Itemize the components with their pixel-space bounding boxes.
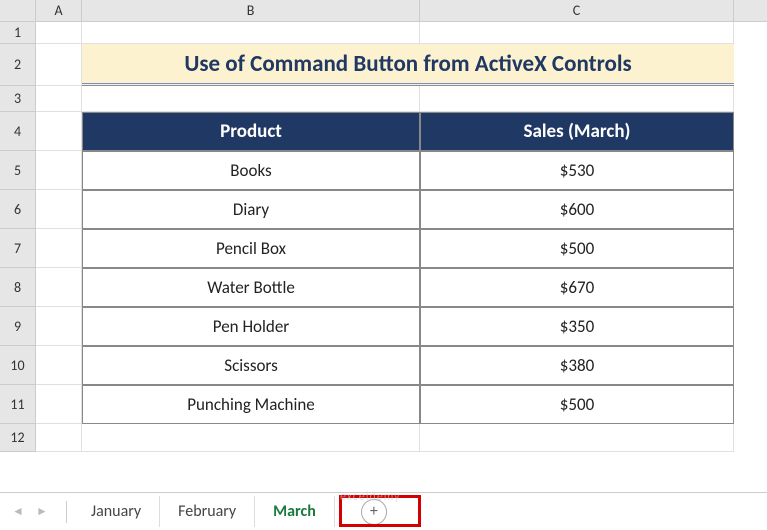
- cell-A2[interactable]: [36, 44, 82, 86]
- row-6: 6 Diary $600: [0, 190, 767, 229]
- cell-A1[interactable]: [36, 22, 82, 44]
- header-product[interactable]: Product: [82, 112, 420, 151]
- tab-separator: [66, 501, 67, 523]
- cell-C1[interactable]: [420, 22, 734, 44]
- row-11: 11 Punching Machine $500: [0, 385, 767, 424]
- row-7: 7 Pencil Box $500: [0, 229, 767, 268]
- cell-product-1[interactable]: Diary: [82, 190, 420, 229]
- cell-A6[interactable]: [36, 190, 82, 229]
- row-header-5[interactable]: 5: [0, 151, 36, 190]
- spreadsheet-grid: A B C 1 2 Use of Command Button from Act…: [0, 0, 767, 492]
- sheet-tab-bar: ◄ ► January February March +: [0, 492, 767, 530]
- row-4: 4 Product Sales (March): [0, 112, 767, 151]
- nav-next-icon[interactable]: ►: [32, 502, 52, 522]
- select-all-corner[interactable]: [0, 0, 36, 21]
- row-header-7[interactable]: 7: [0, 229, 36, 268]
- row-header-1[interactable]: 1: [0, 22, 36, 44]
- cell-product-6[interactable]: Punching Machine: [82, 385, 420, 424]
- cell-product-5[interactable]: Scissors: [82, 346, 420, 385]
- row-5: 5 Books $530: [0, 151, 767, 190]
- cell-B12[interactable]: [82, 424, 420, 452]
- row-9: 9 Pen Holder $350: [0, 307, 767, 346]
- column-headers: A B C: [0, 0, 767, 22]
- cell-B3[interactable]: [82, 86, 420, 112]
- tab-january[interactable]: January: [73, 496, 160, 527]
- row-header-8[interactable]: 8: [0, 268, 36, 307]
- row-12: 12: [0, 424, 767, 452]
- nav-prev-icon[interactable]: ◄: [8, 502, 28, 522]
- header-sales[interactable]: Sales (March): [420, 112, 734, 151]
- cell-A3[interactable]: [36, 86, 82, 112]
- tab-march[interactable]: March: [255, 496, 335, 527]
- tab-february[interactable]: February: [160, 496, 255, 527]
- row-1: 1: [0, 22, 767, 44]
- cell-sales-2[interactable]: $500: [420, 229, 734, 268]
- row-2: 2 Use of Command Button from ActiveX Con…: [0, 44, 767, 86]
- row-10: 10 Scissors $380: [0, 346, 767, 385]
- cell-A5[interactable]: [36, 151, 82, 190]
- row-header-6[interactable]: 6: [0, 190, 36, 229]
- cell-A4[interactable]: [36, 112, 82, 151]
- cell-product-4[interactable]: Pen Holder: [82, 307, 420, 346]
- add-sheet-button[interactable]: +: [361, 499, 387, 525]
- title-cell[interactable]: Use of Command Button from ActiveX Contr…: [82, 44, 734, 86]
- cell-sales-4[interactable]: $350: [420, 307, 734, 346]
- row-header-10[interactable]: 10: [0, 346, 36, 385]
- col-header-B[interactable]: B: [82, 0, 420, 21]
- cell-sales-5[interactable]: $380: [420, 346, 734, 385]
- cell-sales-6[interactable]: $500: [420, 385, 734, 424]
- cell-A8[interactable]: [36, 268, 82, 307]
- cell-product-0[interactable]: Books: [82, 151, 420, 190]
- cell-A9[interactable]: [36, 307, 82, 346]
- cell-sales-1[interactable]: $600: [420, 190, 734, 229]
- cell-sales-0[interactable]: $530: [420, 151, 734, 190]
- cell-product-3[interactable]: Water Bottle: [82, 268, 420, 307]
- row-header-9[interactable]: 9: [0, 307, 36, 346]
- cell-product-2[interactable]: Pencil Box: [82, 229, 420, 268]
- cell-A11[interactable]: [36, 385, 82, 424]
- row-8: 8 Water Bottle $670: [0, 268, 767, 307]
- row-header-11[interactable]: 11: [0, 385, 36, 424]
- col-header-A[interactable]: A: [36, 0, 82, 21]
- col-header-C[interactable]: C: [420, 0, 734, 21]
- cell-B1[interactable]: [82, 22, 420, 44]
- cell-A10[interactable]: [36, 346, 82, 385]
- row-header-12[interactable]: 12: [0, 424, 36, 452]
- cell-C12[interactable]: [420, 424, 734, 452]
- cell-C3[interactable]: [420, 86, 734, 112]
- row-header-3[interactable]: 3: [0, 86, 36, 112]
- row-header-2[interactable]: 2: [0, 44, 36, 86]
- cell-sales-3[interactable]: $670: [420, 268, 734, 307]
- cell-A7[interactable]: [36, 229, 82, 268]
- cell-A12[interactable]: [36, 424, 82, 452]
- row-3: 3: [0, 86, 767, 112]
- row-header-4[interactable]: 4: [0, 112, 36, 151]
